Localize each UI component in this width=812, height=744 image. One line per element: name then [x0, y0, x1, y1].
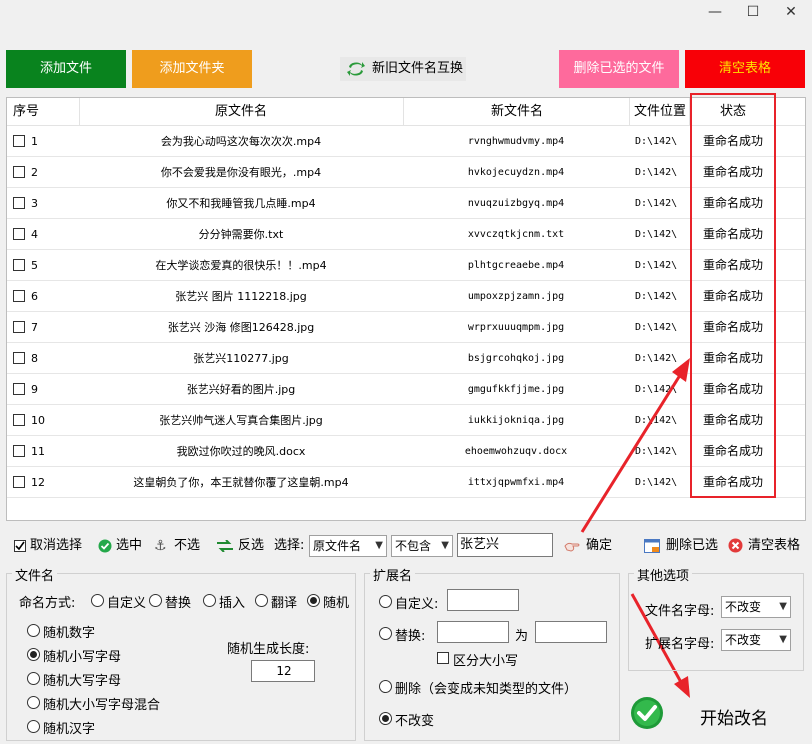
condition-select-value: 不包含 [395, 539, 432, 553]
naming-mode-label: 替换 [165, 596, 192, 611]
name-case-value: 不改变 [725, 600, 762, 614]
naming-mode-radio[interactable] [203, 594, 216, 607]
check-circle-icon [98, 539, 112, 553]
ext-replace-to-input[interactable] [535, 621, 607, 643]
field-select[interactable]: 原文件名 ▼ [309, 535, 387, 557]
filename-group-title: 文件名 [12, 565, 58, 584]
random-option-label: 随机数字 [43, 626, 96, 641]
naming-mode-radio[interactable] [91, 594, 104, 607]
other-options-group: 其他选项 文件名字母: 不改变 ▼ 扩展名字母: 不改变 ▼ [628, 565, 804, 671]
random-option-radio[interactable] [27, 720, 40, 733]
ext-unchanged-radio[interactable] [379, 712, 392, 725]
invert-label: 反选 [238, 538, 265, 553]
ext-custom-input[interactable] [447, 589, 519, 611]
naming-mode-label: 插入 [219, 596, 246, 611]
ext-delete-label: 删除（会变成未知类型的文件） [395, 682, 578, 697]
start-rename-label: 开始改名 [700, 709, 768, 729]
chevron-down-icon: ▼ [779, 634, 787, 645]
confirm-label: 确定 [586, 538, 613, 553]
chevron-down-icon: ▼ [779, 601, 787, 612]
ext-case-label: 扩展名字母: [645, 637, 715, 652]
random-option-radio[interactable] [27, 648, 40, 661]
length-input[interactable]: 12 [251, 660, 315, 682]
ext-unchanged-label: 不改变 [395, 714, 435, 729]
naming-mode-radio[interactable] [307, 594, 320, 607]
clear-table-small-button[interactable]: 清空表格 [728, 531, 806, 561]
naming-mode-label: 自定义 [107, 596, 147, 611]
delete-selected-button[interactable]: 删除已选 [644, 531, 720, 561]
clear-table-label: 清空表格 [748, 538, 801, 553]
ext-replace-from-input[interactable] [437, 621, 509, 643]
random-option-label: 随机小写字母 [43, 650, 122, 665]
select-label: 选中 [116, 538, 143, 553]
random-option-label: 随机大写字母 [43, 674, 122, 689]
invert-button[interactable]: 反选 [216, 531, 266, 561]
field-select-value: 原文件名 [313, 539, 362, 553]
chevron-down-icon: ▼ [375, 540, 383, 551]
window-delete-icon [644, 539, 660, 553]
selection-bar: 取消选择 选中 ⚓ 不选 反选 选择: 原文件名 ▼ 不包含 ▼ 张艺兴 确定 删除… [6, 531, 806, 561]
ext-custom-label: 自定义: [395, 597, 439, 612]
ext-replace-radio[interactable] [379, 627, 392, 640]
ext-replace-label: 替换: [395, 629, 426, 644]
case-sensitive-checkbox[interactable] [437, 652, 449, 664]
filename-group: 文件名 命名方式: 自定义 替换 插入 翻译 随机 随机数字 随机小写字母 随机大写字母 随机… [6, 565, 356, 741]
ext-replace-to-label: 为 [515, 629, 529, 644]
select-button[interactable]: 选中 [96, 531, 146, 561]
length-label: 随机生成长度: [227, 642, 310, 657]
invert-icon [217, 540, 233, 552]
naming-mode-label: 命名方式: [19, 596, 76, 611]
other-options-title: 其他选项 [634, 565, 693, 584]
case-sensitive-label: 区分大小写 [453, 654, 519, 669]
start-rename-button[interactable]: 开始改名 [628, 684, 804, 742]
ext-delete-radio[interactable] [379, 680, 392, 693]
name-case-label: 文件名字母: [645, 604, 715, 619]
name-case-select[interactable]: 不改变 ▼ [721, 596, 791, 618]
hand-pointer-icon [564, 542, 580, 552]
extension-group: 扩展名 自定义: 替换: 为 区分大小写 删除（会变成未知类型的文件） 不改变 [364, 565, 620, 741]
keyword-input[interactable]: 张艺兴 [457, 533, 553, 557]
ext-case-value: 不改变 [725, 633, 762, 647]
condition-select[interactable]: 不包含 ▼ [391, 535, 453, 557]
x-circle-icon [728, 538, 743, 553]
ext-custom-radio[interactable] [379, 595, 392, 608]
checkbox-icon [14, 540, 26, 552]
ext-case-select[interactable]: 不改变 ▼ [721, 629, 791, 651]
random-option-label: 随机汉字 [43, 722, 96, 737]
naming-mode-label: 翻译 [271, 596, 298, 611]
naming-mode-radio[interactable] [149, 594, 162, 607]
naming-mode-label: 随机 [323, 596, 350, 611]
green-check-icon [631, 697, 663, 729]
random-option-radio[interactable] [27, 624, 40, 637]
confirm-button[interactable]: 确定 [564, 531, 614, 561]
naming-mode-radio[interactable] [255, 594, 268, 607]
extension-group-title: 扩展名 [370, 565, 416, 584]
anchor-icon: ⚓ [154, 538, 167, 554]
deselect-label: 取消选择 [30, 538, 83, 553]
unselect-button[interactable]: ⚓ 不选 [154, 531, 204, 561]
choose-label: 选择: [274, 538, 305, 553]
delete-selected-label: 删除已选 [666, 538, 719, 553]
random-option-radio[interactable] [27, 672, 40, 685]
random-option-radio[interactable] [27, 696, 40, 709]
random-option-label: 随机大小写字母混合 [43, 698, 161, 713]
unselect-label: 不选 [174, 538, 201, 553]
chevron-down-icon: ▼ [441, 540, 449, 551]
